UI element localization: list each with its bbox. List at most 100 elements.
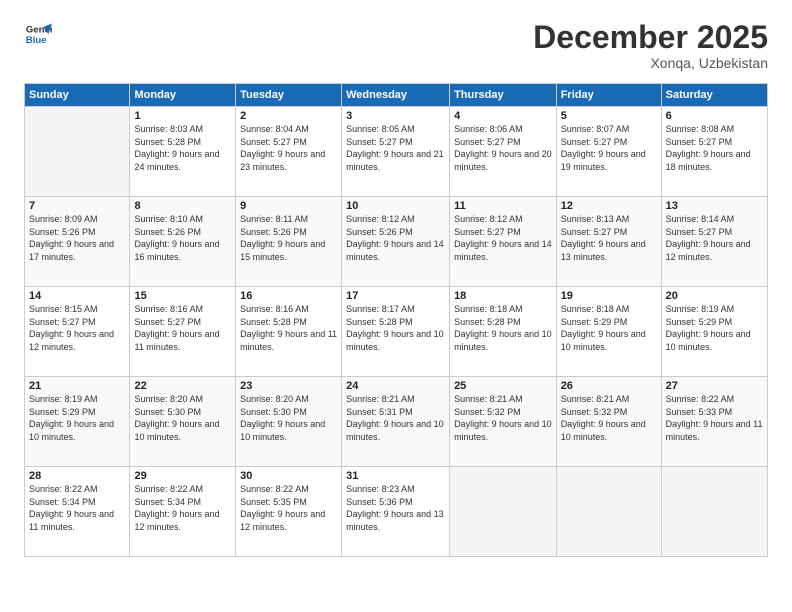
day-info: Sunrise: 8:19 AMSunset: 5:29 PMDaylight:… — [666, 304, 751, 352]
svg-text:Blue: Blue — [26, 35, 47, 46]
table-row — [450, 467, 557, 557]
table-row: 8 Sunrise: 8:10 AMSunset: 5:26 PMDayligh… — [130, 197, 236, 287]
table-row — [556, 467, 661, 557]
table-row: 25 Sunrise: 8:21 AMSunset: 5:32 PMDaylig… — [450, 377, 557, 467]
table-row: 6 Sunrise: 8:08 AMSunset: 5:27 PMDayligh… — [661, 107, 767, 197]
day-info: Sunrise: 8:17 AMSunset: 5:28 PMDaylight:… — [346, 304, 444, 352]
day-info: Sunrise: 8:09 AMSunset: 5:26 PMDaylight:… — [29, 214, 114, 262]
logo-icon: General Blue — [24, 20, 52, 48]
table-row: 12 Sunrise: 8:13 AMSunset: 5:27 PMDaylig… — [556, 197, 661, 287]
day-number: 31 — [346, 470, 445, 482]
day-number: 20 — [666, 290, 763, 302]
table-row: 2 Sunrise: 8:04 AMSunset: 5:27 PMDayligh… — [236, 107, 342, 197]
day-number: 11 — [454, 200, 552, 212]
day-number: 7 — [29, 200, 125, 212]
col-wednesday: Wednesday — [342, 84, 450, 107]
day-info: Sunrise: 8:13 AMSunset: 5:27 PMDaylight:… — [561, 214, 646, 262]
day-info: Sunrise: 8:22 AMSunset: 5:35 PMDaylight:… — [240, 484, 325, 532]
table-row: 1 Sunrise: 8:03 AMSunset: 5:28 PMDayligh… — [130, 107, 236, 197]
logo: General Blue — [24, 20, 52, 48]
table-row: 20 Sunrise: 8:19 AMSunset: 5:29 PMDaylig… — [661, 287, 767, 377]
col-friday: Friday — [556, 84, 661, 107]
col-tuesday: Tuesday — [236, 84, 342, 107]
col-monday: Monday — [130, 84, 236, 107]
day-number: 23 — [240, 380, 337, 392]
table-row: 14 Sunrise: 8:15 AMSunset: 5:27 PMDaylig… — [25, 287, 130, 377]
day-number: 25 — [454, 380, 552, 392]
header-row: Sunday Monday Tuesday Wednesday Thursday… — [25, 84, 768, 107]
calendar-page: General Blue December 2025 Xonqa, Uzbeki… — [0, 0, 792, 612]
day-number: 2 — [240, 110, 337, 122]
day-info: Sunrise: 8:18 AMSunset: 5:29 PMDaylight:… — [561, 304, 646, 352]
day-info: Sunrise: 8:22 AMSunset: 5:34 PMDaylight:… — [134, 484, 219, 532]
day-number: 27 — [666, 380, 763, 392]
table-row: 23 Sunrise: 8:20 AMSunset: 5:30 PMDaylig… — [236, 377, 342, 467]
table-row: 19 Sunrise: 8:18 AMSunset: 5:29 PMDaylig… — [556, 287, 661, 377]
table-row: 17 Sunrise: 8:17 AMSunset: 5:28 PMDaylig… — [342, 287, 450, 377]
day-info: Sunrise: 8:11 AMSunset: 5:26 PMDaylight:… — [240, 214, 325, 262]
day-number: 16 — [240, 290, 337, 302]
table-row: 4 Sunrise: 8:06 AMSunset: 5:27 PMDayligh… — [450, 107, 557, 197]
week-row-3: 21 Sunrise: 8:19 AMSunset: 5:29 PMDaylig… — [25, 377, 768, 467]
table-row: 31 Sunrise: 8:23 AMSunset: 5:36 PMDaylig… — [342, 467, 450, 557]
table-row: 9 Sunrise: 8:11 AMSunset: 5:26 PMDayligh… — [236, 197, 342, 287]
day-number: 14 — [29, 290, 125, 302]
col-sunday: Sunday — [25, 84, 130, 107]
day-info: Sunrise: 8:08 AMSunset: 5:27 PMDaylight:… — [666, 124, 751, 172]
day-info: Sunrise: 8:21 AMSunset: 5:32 PMDaylight:… — [454, 394, 552, 442]
day-number: 28 — [29, 470, 125, 482]
table-row: 10 Sunrise: 8:12 AMSunset: 5:26 PMDaylig… — [342, 197, 450, 287]
table-row: 3 Sunrise: 8:05 AMSunset: 5:27 PMDayligh… — [342, 107, 450, 197]
table-row: 22 Sunrise: 8:20 AMSunset: 5:30 PMDaylig… — [130, 377, 236, 467]
day-info: Sunrise: 8:16 AMSunset: 5:28 PMDaylight:… — [240, 304, 337, 352]
table-row: 16 Sunrise: 8:16 AMSunset: 5:28 PMDaylig… — [236, 287, 342, 377]
month-title: December 2025 — [533, 20, 768, 55]
title-block: December 2025 Xonqa, Uzbekistan — [533, 20, 768, 71]
day-number: 24 — [346, 380, 445, 392]
day-info: Sunrise: 8:12 AMSunset: 5:27 PMDaylight:… — [454, 214, 552, 262]
day-number: 10 — [346, 200, 445, 212]
table-row — [25, 107, 130, 197]
day-number: 15 — [134, 290, 231, 302]
day-info: Sunrise: 8:16 AMSunset: 5:27 PMDaylight:… — [134, 304, 219, 352]
day-info: Sunrise: 8:20 AMSunset: 5:30 PMDaylight:… — [240, 394, 325, 442]
day-info: Sunrise: 8:10 AMSunset: 5:26 PMDaylight:… — [134, 214, 219, 262]
day-number: 17 — [346, 290, 445, 302]
table-row: 5 Sunrise: 8:07 AMSunset: 5:27 PMDayligh… — [556, 107, 661, 197]
day-info: Sunrise: 8:22 AMSunset: 5:34 PMDaylight:… — [29, 484, 114, 532]
table-row: 15 Sunrise: 8:16 AMSunset: 5:27 PMDaylig… — [130, 287, 236, 377]
header: General Blue December 2025 Xonqa, Uzbeki… — [24, 20, 768, 71]
table-row: 30 Sunrise: 8:22 AMSunset: 5:35 PMDaylig… — [236, 467, 342, 557]
day-info: Sunrise: 8:05 AMSunset: 5:27 PMDaylight:… — [346, 124, 444, 172]
day-number: 18 — [454, 290, 552, 302]
day-number: 19 — [561, 290, 657, 302]
day-number: 12 — [561, 200, 657, 212]
day-number: 9 — [240, 200, 337, 212]
day-info: Sunrise: 8:21 AMSunset: 5:32 PMDaylight:… — [561, 394, 646, 442]
day-number: 22 — [134, 380, 231, 392]
day-number: 5 — [561, 110, 657, 122]
day-info: Sunrise: 8:15 AMSunset: 5:27 PMDaylight:… — [29, 304, 114, 352]
day-number: 26 — [561, 380, 657, 392]
day-number: 13 — [666, 200, 763, 212]
table-row: 26 Sunrise: 8:21 AMSunset: 5:32 PMDaylig… — [556, 377, 661, 467]
day-info: Sunrise: 8:12 AMSunset: 5:26 PMDaylight:… — [346, 214, 444, 262]
day-info: Sunrise: 8:04 AMSunset: 5:27 PMDaylight:… — [240, 124, 325, 172]
table-row: 11 Sunrise: 8:12 AMSunset: 5:27 PMDaylig… — [450, 197, 557, 287]
table-row — [661, 467, 767, 557]
day-number: 8 — [134, 200, 231, 212]
day-info: Sunrise: 8:14 AMSunset: 5:27 PMDaylight:… — [666, 214, 751, 262]
day-info: Sunrise: 8:23 AMSunset: 5:36 PMDaylight:… — [346, 484, 444, 532]
day-number: 21 — [29, 380, 125, 392]
day-info: Sunrise: 8:07 AMSunset: 5:27 PMDaylight:… — [561, 124, 646, 172]
table-row: 28 Sunrise: 8:22 AMSunset: 5:34 PMDaylig… — [25, 467, 130, 557]
day-number: 4 — [454, 110, 552, 122]
table-row: 18 Sunrise: 8:18 AMSunset: 5:28 PMDaylig… — [450, 287, 557, 377]
day-number: 3 — [346, 110, 445, 122]
table-row: 29 Sunrise: 8:22 AMSunset: 5:34 PMDaylig… — [130, 467, 236, 557]
day-number: 30 — [240, 470, 337, 482]
col-thursday: Thursday — [450, 84, 557, 107]
day-info: Sunrise: 8:18 AMSunset: 5:28 PMDaylight:… — [454, 304, 552, 352]
calendar-table: Sunday Monday Tuesday Wednesday Thursday… — [24, 83, 768, 557]
week-row-1: 7 Sunrise: 8:09 AMSunset: 5:26 PMDayligh… — [25, 197, 768, 287]
